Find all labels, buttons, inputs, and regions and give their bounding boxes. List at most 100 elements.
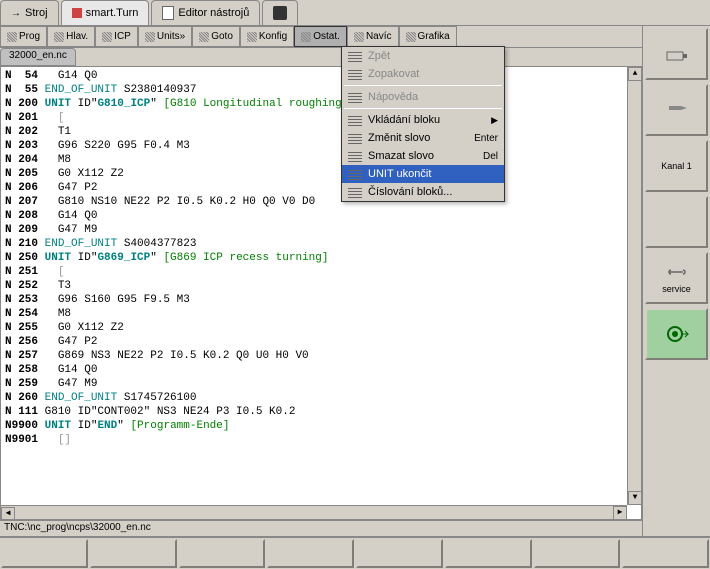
tool-label: Hlav. bbox=[66, 31, 88, 42]
tool-prog[interactable]: Prog bbox=[0, 26, 47, 47]
grid-icon bbox=[54, 32, 64, 42]
softkey-1[interactable] bbox=[1, 539, 88, 568]
tab-editor-nastroju[interactable]: Editor nástrojů bbox=[151, 0, 260, 25]
menu-icon bbox=[348, 132, 362, 144]
code-line: N 207 G810 NS10 NE22 P2 I0.5 K0.2 H0 Q0 … bbox=[5, 195, 637, 209]
menu-icon bbox=[348, 168, 362, 180]
bottom-softkey-bar bbox=[0, 536, 710, 569]
softkey-5[interactable] bbox=[356, 539, 443, 568]
code-line: N 255 G0 X112 Z2 bbox=[5, 321, 637, 335]
tool-hlav[interactable]: Hlav. bbox=[47, 26, 95, 47]
tab-label: Stroj bbox=[25, 7, 48, 19]
right-btn-kanal[interactable]: Kanal 1 bbox=[645, 140, 708, 192]
file-tab-row: 32000_en.nc bbox=[0, 48, 642, 66]
code-line: N 254 M8 bbox=[5, 307, 637, 321]
right-btn-machine[interactable] bbox=[645, 28, 708, 80]
menu-icon bbox=[348, 68, 362, 80]
softkey-7[interactable] bbox=[534, 539, 621, 568]
code-line: N 111 G810 ID"CONT002" NS3 NE24 P3 I0.5 … bbox=[5, 405, 637, 419]
menu-separator bbox=[344, 85, 502, 86]
file-tab[interactable]: 32000_en.nc bbox=[0, 48, 76, 66]
tool-ostat[interactable]: Ostat. bbox=[294, 26, 347, 47]
tool-konfig[interactable]: Konfig bbox=[240, 26, 294, 47]
menu-item[interactable]: UNIT ukončit bbox=[342, 165, 504, 183]
grid-icon bbox=[247, 32, 257, 42]
softkey-8[interactable] bbox=[622, 539, 709, 568]
horizontal-scrollbar[interactable]: ◀ ▶ bbox=[1, 505, 627, 519]
right-btn-service[interactable]: service bbox=[645, 252, 708, 304]
tab-label: Editor nástrojů bbox=[178, 7, 249, 19]
menu-icon bbox=[348, 150, 362, 162]
machine-icon bbox=[665, 44, 689, 64]
tool-label: Ostat. bbox=[313, 31, 340, 42]
softkey-3[interactable] bbox=[179, 539, 266, 568]
right-btn-empty[interactable] bbox=[645, 196, 708, 248]
diamond-icon bbox=[72, 8, 82, 18]
grid-icon bbox=[199, 32, 209, 42]
tab-stroj[interactable]: →Stroj bbox=[0, 0, 59, 25]
code-line: N 259 G47 M9 bbox=[5, 377, 637, 391]
menu-item[interactable]: Změnit slovoEnter bbox=[342, 129, 504, 147]
scroll-down-icon[interactable]: ▼ bbox=[628, 491, 642, 505]
code-line: N 250 UNIT ID"G869_ICP" [G869 ICP recess… bbox=[5, 251, 637, 265]
code-editor[interactable]: N 54 G14 Q0N 55 END_OF_UNIT S2380140937N… bbox=[0, 66, 642, 520]
menu-item: Zopakovat bbox=[342, 65, 504, 83]
code-line: N 208 G14 Q0 bbox=[5, 209, 637, 223]
right-btn-tool[interactable] bbox=[645, 84, 708, 136]
code-line: N 253 G96 S160 G95 F9.5 M3 bbox=[5, 293, 637, 307]
menu-item: Zpět bbox=[342, 47, 504, 65]
right-panel: Kanal 1 service bbox=[642, 26, 710, 536]
tool-goto[interactable]: Goto bbox=[192, 26, 240, 47]
code-line: N 203 G96 S220 G95 F0.4 M3 bbox=[5, 139, 637, 153]
scroll-right-icon[interactable]: ▶ bbox=[613, 506, 627, 520]
scroll-up-icon[interactable]: ▲ bbox=[628, 67, 642, 81]
wrench-icon bbox=[665, 262, 689, 282]
menu-item: Nápověda bbox=[342, 88, 504, 106]
code-line: N 202 T1 bbox=[5, 125, 637, 139]
tool-icp[interactable]: ICP bbox=[95, 26, 138, 47]
tool-label: Goto bbox=[211, 31, 233, 42]
code-line: N 201 [ bbox=[5, 111, 637, 125]
left-panel: Prog Hlav. ICP Units» Goto Konfig Ostat.… bbox=[0, 26, 642, 536]
right-btn-target[interactable] bbox=[645, 308, 708, 360]
menu-item[interactable]: Vkládání bloku▶ bbox=[342, 111, 504, 129]
menu-item-label: Číslování bloků... bbox=[368, 186, 452, 198]
menu-item[interactable]: Číslování bloků... bbox=[342, 183, 504, 201]
toolbar: Prog Hlav. ICP Units» Goto Konfig Ostat.… bbox=[0, 26, 642, 48]
menu-icon bbox=[348, 186, 362, 198]
tool-units[interactable]: Units» bbox=[138, 26, 192, 47]
menu-shortcut: Enter bbox=[474, 133, 498, 144]
softkey-2[interactable] bbox=[90, 539, 177, 568]
vertical-scrollbar[interactable]: ▲ ▼ bbox=[627, 67, 641, 505]
tool-navic[interactable]: Navíc bbox=[347, 26, 399, 47]
code-line: N 54 G14 Q0 bbox=[5, 69, 637, 83]
tool-grafika[interactable]: Grafika bbox=[399, 26, 457, 47]
tab-label: smart.Turn bbox=[86, 7, 139, 19]
top-tab-bar: →Stroj smart.Turn Editor nástrojů bbox=[0, 0, 710, 26]
tool-icon bbox=[665, 100, 689, 120]
grid-icon bbox=[354, 32, 364, 42]
code-line: N9901 [] bbox=[5, 433, 637, 447]
menu-item[interactable]: Smazat slovoDel bbox=[342, 147, 504, 165]
menu-item-label: Vkládání bloku bbox=[368, 114, 440, 126]
menu-icon bbox=[348, 50, 362, 62]
tool-label: Konfig bbox=[259, 31, 287, 42]
menu-item-label: Zopakovat bbox=[368, 68, 419, 80]
context-menu: Zpět Zopakovat Nápověda Vkládání bloku▶Změn… bbox=[341, 46, 505, 202]
target-icon bbox=[665, 324, 689, 344]
tab-save[interactable] bbox=[262, 0, 298, 25]
code-line: N 205 G0 X112 Z2 bbox=[5, 167, 637, 181]
grid-icon bbox=[7, 32, 17, 42]
softkey-6[interactable] bbox=[445, 539, 532, 568]
tab-smart-turn[interactable]: smart.Turn bbox=[61, 0, 150, 25]
menu-shortcut: Del bbox=[483, 151, 498, 162]
grid-icon bbox=[301, 32, 311, 42]
softkey-4[interactable] bbox=[267, 539, 354, 568]
tool-label: Units» bbox=[157, 31, 185, 42]
scroll-left-icon[interactable]: ◀ bbox=[1, 507, 15, 520]
tool-label: Prog bbox=[19, 31, 40, 42]
tool-label: Navíc bbox=[366, 31, 392, 42]
menu-item-label: Nápověda bbox=[368, 91, 418, 103]
code-line: N 258 G14 Q0 bbox=[5, 363, 637, 377]
tool-label: ICP bbox=[114, 31, 131, 42]
